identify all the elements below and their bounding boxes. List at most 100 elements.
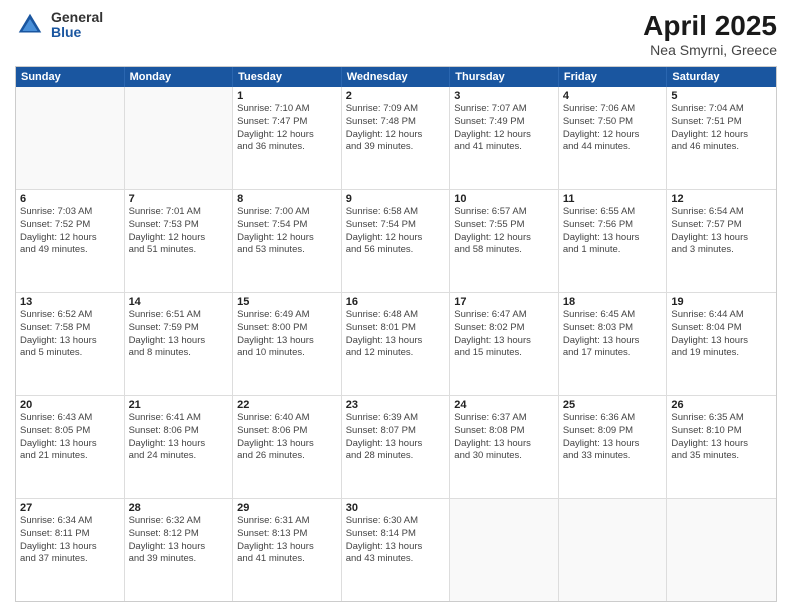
header: General Blue April 2025 Nea Smyrni, Gree… xyxy=(15,10,777,58)
day-number: 9 xyxy=(346,193,446,205)
day-cell-3: 3Sunrise: 7:07 AM Sunset: 7:49 PM Daylig… xyxy=(450,87,559,189)
day-number: 30 xyxy=(346,502,446,514)
day-number: 24 xyxy=(454,399,554,411)
day-number: 1 xyxy=(237,90,337,102)
day-cell-7: 7Sunrise: 7:01 AM Sunset: 7:53 PM Daylig… xyxy=(125,190,234,292)
header-day-thursday: Thursday xyxy=(450,67,559,87)
day-number: 28 xyxy=(129,502,229,514)
day-info: Sunrise: 6:52 AM Sunset: 7:58 PM Dayligh… xyxy=(20,309,120,360)
main-title: April 2025 xyxy=(643,10,777,42)
day-cell-26: 26Sunrise: 6:35 AM Sunset: 8:10 PM Dayli… xyxy=(667,396,776,498)
day-number: 26 xyxy=(671,399,772,411)
header-day-tuesday: Tuesday xyxy=(233,67,342,87)
day-info: Sunrise: 7:04 AM Sunset: 7:51 PM Dayligh… xyxy=(671,103,772,154)
day-info: Sunrise: 7:06 AM Sunset: 7:50 PM Dayligh… xyxy=(563,103,663,154)
day-number: 22 xyxy=(237,399,337,411)
day-number: 11 xyxy=(563,193,663,205)
day-cell-12: 12Sunrise: 6:54 AM Sunset: 7:57 PM Dayli… xyxy=(667,190,776,292)
day-info: Sunrise: 6:37 AM Sunset: 8:08 PM Dayligh… xyxy=(454,412,554,463)
day-info: Sunrise: 6:40 AM Sunset: 8:06 PM Dayligh… xyxy=(237,412,337,463)
logo: General Blue xyxy=(15,10,103,41)
day-number: 15 xyxy=(237,296,337,308)
day-number: 12 xyxy=(671,193,772,205)
day-info: Sunrise: 6:30 AM Sunset: 8:14 PM Dayligh… xyxy=(346,515,446,566)
day-info: Sunrise: 6:35 AM Sunset: 8:10 PM Dayligh… xyxy=(671,412,772,463)
day-info: Sunrise: 7:07 AM Sunset: 7:49 PM Dayligh… xyxy=(454,103,554,154)
day-cell-17: 17Sunrise: 6:47 AM Sunset: 8:02 PM Dayli… xyxy=(450,293,559,395)
logo-blue: Blue xyxy=(51,25,103,40)
day-number: 29 xyxy=(237,502,337,514)
week-row-2: 6Sunrise: 7:03 AM Sunset: 7:52 PM Daylig… xyxy=(16,189,776,292)
day-cell-1: 1Sunrise: 7:10 AM Sunset: 7:47 PM Daylig… xyxy=(233,87,342,189)
day-number: 5 xyxy=(671,90,772,102)
logo-general: General xyxy=(51,10,103,25)
day-cell-27: 27Sunrise: 6:34 AM Sunset: 8:11 PM Dayli… xyxy=(16,499,125,601)
header-day-saturday: Saturday xyxy=(667,67,776,87)
day-number: 21 xyxy=(129,399,229,411)
day-number: 6 xyxy=(20,193,120,205)
day-info: Sunrise: 7:01 AM Sunset: 7:53 PM Dayligh… xyxy=(129,206,229,257)
day-number: 16 xyxy=(346,296,446,308)
day-info: Sunrise: 6:44 AM Sunset: 8:04 PM Dayligh… xyxy=(671,309,772,360)
day-number: 10 xyxy=(454,193,554,205)
day-cell-21: 21Sunrise: 6:41 AM Sunset: 8:06 PM Dayli… xyxy=(125,396,234,498)
day-number: 7 xyxy=(129,193,229,205)
day-cell-6: 6Sunrise: 7:03 AM Sunset: 7:52 PM Daylig… xyxy=(16,190,125,292)
day-info: Sunrise: 6:51 AM Sunset: 7:59 PM Dayligh… xyxy=(129,309,229,360)
day-cell-11: 11Sunrise: 6:55 AM Sunset: 7:56 PM Dayli… xyxy=(559,190,668,292)
calendar-header: SundayMondayTuesdayWednesdayThursdayFrid… xyxy=(16,67,776,87)
day-number: 8 xyxy=(237,193,337,205)
day-number: 20 xyxy=(20,399,120,411)
day-info: Sunrise: 6:57 AM Sunset: 7:55 PM Dayligh… xyxy=(454,206,554,257)
week-row-1: 1Sunrise: 7:10 AM Sunset: 7:47 PM Daylig… xyxy=(16,87,776,189)
day-info: Sunrise: 6:55 AM Sunset: 7:56 PM Dayligh… xyxy=(563,206,663,257)
day-number: 19 xyxy=(671,296,772,308)
day-cell-9: 9Sunrise: 6:58 AM Sunset: 7:54 PM Daylig… xyxy=(342,190,451,292)
day-info: Sunrise: 6:47 AM Sunset: 8:02 PM Dayligh… xyxy=(454,309,554,360)
day-cell-19: 19Sunrise: 6:44 AM Sunset: 8:04 PM Dayli… xyxy=(667,293,776,395)
day-cell-empty-4-6 xyxy=(667,499,776,601)
day-info: Sunrise: 6:48 AM Sunset: 8:01 PM Dayligh… xyxy=(346,309,446,360)
day-cell-empty-4-4 xyxy=(450,499,559,601)
day-info: Sunrise: 6:49 AM Sunset: 8:00 PM Dayligh… xyxy=(237,309,337,360)
day-number: 3 xyxy=(454,90,554,102)
day-cell-10: 10Sunrise: 6:57 AM Sunset: 7:55 PM Dayli… xyxy=(450,190,559,292)
day-cell-5: 5Sunrise: 7:04 AM Sunset: 7:51 PM Daylig… xyxy=(667,87,776,189)
week-row-4: 20Sunrise: 6:43 AM Sunset: 8:05 PM Dayli… xyxy=(16,395,776,498)
day-info: Sunrise: 6:31 AM Sunset: 8:13 PM Dayligh… xyxy=(237,515,337,566)
day-cell-14: 14Sunrise: 6:51 AM Sunset: 7:59 PM Dayli… xyxy=(125,293,234,395)
day-info: Sunrise: 6:36 AM Sunset: 8:09 PM Dayligh… xyxy=(563,412,663,463)
calendar-body: 1Sunrise: 7:10 AM Sunset: 7:47 PM Daylig… xyxy=(16,87,776,601)
day-info: Sunrise: 6:43 AM Sunset: 8:05 PM Dayligh… xyxy=(20,412,120,463)
day-number: 4 xyxy=(563,90,663,102)
day-cell-8: 8Sunrise: 7:00 AM Sunset: 7:54 PM Daylig… xyxy=(233,190,342,292)
day-cell-empty-4-5 xyxy=(559,499,668,601)
day-cell-29: 29Sunrise: 6:31 AM Sunset: 8:13 PM Dayli… xyxy=(233,499,342,601)
day-number: 13 xyxy=(20,296,120,308)
day-info: Sunrise: 6:58 AM Sunset: 7:54 PM Dayligh… xyxy=(346,206,446,257)
day-cell-4: 4Sunrise: 7:06 AM Sunset: 7:50 PM Daylig… xyxy=(559,87,668,189)
day-number: 17 xyxy=(454,296,554,308)
day-info: Sunrise: 6:39 AM Sunset: 8:07 PM Dayligh… xyxy=(346,412,446,463)
day-cell-13: 13Sunrise: 6:52 AM Sunset: 7:58 PM Dayli… xyxy=(16,293,125,395)
day-number: 23 xyxy=(346,399,446,411)
logo-icon xyxy=(15,10,45,40)
day-info: Sunrise: 7:00 AM Sunset: 7:54 PM Dayligh… xyxy=(237,206,337,257)
page: General Blue April 2025 Nea Smyrni, Gree… xyxy=(0,0,792,612)
day-cell-15: 15Sunrise: 6:49 AM Sunset: 8:00 PM Dayli… xyxy=(233,293,342,395)
day-cell-28: 28Sunrise: 6:32 AM Sunset: 8:12 PM Dayli… xyxy=(125,499,234,601)
header-day-friday: Friday xyxy=(559,67,668,87)
day-number: 14 xyxy=(129,296,229,308)
day-cell-23: 23Sunrise: 6:39 AM Sunset: 8:07 PM Dayli… xyxy=(342,396,451,498)
day-number: 25 xyxy=(563,399,663,411)
day-number: 2 xyxy=(346,90,446,102)
day-info: Sunrise: 6:41 AM Sunset: 8:06 PM Dayligh… xyxy=(129,412,229,463)
day-cell-22: 22Sunrise: 6:40 AM Sunset: 8:06 PM Dayli… xyxy=(233,396,342,498)
day-cell-20: 20Sunrise: 6:43 AM Sunset: 8:05 PM Dayli… xyxy=(16,396,125,498)
header-day-sunday: Sunday xyxy=(16,67,125,87)
header-day-monday: Monday xyxy=(125,67,234,87)
day-info: Sunrise: 7:09 AM Sunset: 7:48 PM Dayligh… xyxy=(346,103,446,154)
title-block: April 2025 Nea Smyrni, Greece xyxy=(643,10,777,58)
day-info: Sunrise: 7:03 AM Sunset: 7:52 PM Dayligh… xyxy=(20,206,120,257)
day-info: Sunrise: 6:54 AM Sunset: 7:57 PM Dayligh… xyxy=(671,206,772,257)
